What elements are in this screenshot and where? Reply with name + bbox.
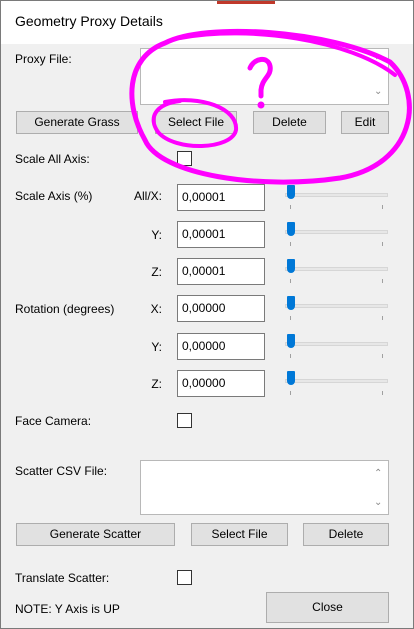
rotation-z-slider[interactable] — [285, 371, 389, 397]
slider-tick — [290, 391, 291, 395]
scale-axis-z-label: Z: — [151, 265, 162, 279]
slider-tick — [290, 242, 291, 246]
slider-tick — [290, 354, 291, 358]
slider-thumb[interactable] — [287, 185, 295, 199]
slider-tick — [382, 242, 383, 246]
slider-track — [285, 193, 388, 197]
background-window-strip — [217, 0, 275, 4]
slider-tick — [290, 279, 291, 283]
window-title: Geometry Proxy Details — [15, 13, 163, 29]
scroll-down-icon[interactable]: ⌄ — [374, 87, 382, 97]
proxy-file-scrollbar[interactable]: ⌃ ⌄ — [371, 49, 388, 104]
select-scatter-file-button[interactable]: Select File — [191, 523, 288, 546]
rotation-y-label: Y: — [151, 340, 162, 354]
scale-axis-x-label: All/X: — [133, 189, 162, 203]
rotation-y-slider[interactable] — [285, 334, 389, 360]
delete-scatter-button[interactable]: Delete — [303, 523, 389, 546]
rotation-x-label: X: — [150, 302, 162, 316]
rotation-z-input[interactable]: 0,00000 — [177, 370, 265, 397]
slider-tick — [290, 316, 291, 320]
rotation-x-slider[interactable] — [285, 296, 389, 322]
scale-z-slider[interactable] — [285, 259, 389, 285]
slider-tick — [382, 316, 383, 320]
slider-tick — [382, 354, 383, 358]
slider-track — [285, 304, 388, 308]
scatter-csv-textbox[interactable]: ⌃ ⌄ — [140, 460, 389, 515]
scale-all-axis-checkbox[interactable] — [177, 151, 192, 166]
slider-thumb[interactable] — [287, 259, 295, 273]
translate-scatter-checkbox[interactable] — [177, 570, 192, 585]
slider-track — [285, 379, 388, 383]
proxy-file-label: Proxy File: — [15, 52, 72, 66]
scatter-csv-label: Scatter CSV File: — [15, 464, 108, 478]
slider-thumb[interactable] — [287, 296, 295, 310]
scale-y-slider[interactable] — [285, 222, 389, 248]
rotation-z-label: Z: — [151, 377, 162, 391]
slider-tick — [382, 205, 383, 209]
title-bar: Geometry Proxy Details — [0, 0, 414, 44]
slider-tick — [290, 205, 291, 209]
select-proxy-file-button[interactable]: Select File — [155, 111, 237, 134]
slider-thumb[interactable] — [287, 222, 295, 236]
close-button[interactable]: Close — [266, 592, 389, 623]
slider-tick — [382, 279, 383, 283]
scatter-csv-scrollbar[interactable]: ⌃ ⌄ — [371, 461, 388, 514]
translate-scatter-label: Translate Scatter: — [15, 571, 110, 585]
scale-z-input[interactable]: 0,00001 — [177, 258, 265, 285]
slider-thumb[interactable] — [287, 334, 295, 348]
face-camera-checkbox[interactable] — [177, 413, 192, 428]
scale-x-slider[interactable] — [285, 185, 389, 211]
slider-track — [285, 267, 388, 271]
edit-proxy-button[interactable]: Edit — [341, 111, 389, 134]
slider-tick — [382, 391, 383, 395]
generate-grass-button[interactable]: Generate Grass — [16, 111, 138, 134]
scroll-up-icon[interactable]: ⌃ — [374, 57, 382, 67]
slider-thumb[interactable] — [287, 371, 295, 385]
scroll-up-icon[interactable]: ⌃ — [374, 469, 382, 479]
rotation-x-input[interactable]: 0,00000 — [177, 295, 265, 322]
slider-track — [285, 230, 388, 234]
note-text: NOTE: Y Axis is UP — [15, 602, 120, 616]
face-camera-label: Face Camera: — [15, 414, 92, 428]
scale-x-input[interactable]: 0,00001 — [177, 184, 265, 211]
scroll-down-icon[interactable]: ⌄ — [374, 498, 382, 508]
delete-proxy-button[interactable]: Delete — [253, 111, 326, 134]
scale-axis-y-label: Y: — [151, 228, 162, 242]
rotation-y-input[interactable]: 0,00000 — [177, 333, 265, 360]
scale-y-input[interactable]: 0,00001 — [177, 221, 265, 248]
scale-all-axis-label: Scale All Axis: — [15, 152, 90, 166]
proxy-file-textbox[interactable]: ⌃ ⌄ — [140, 48, 389, 105]
generate-scatter-button[interactable]: Generate Scatter — [16, 523, 175, 546]
slider-track — [285, 342, 388, 346]
